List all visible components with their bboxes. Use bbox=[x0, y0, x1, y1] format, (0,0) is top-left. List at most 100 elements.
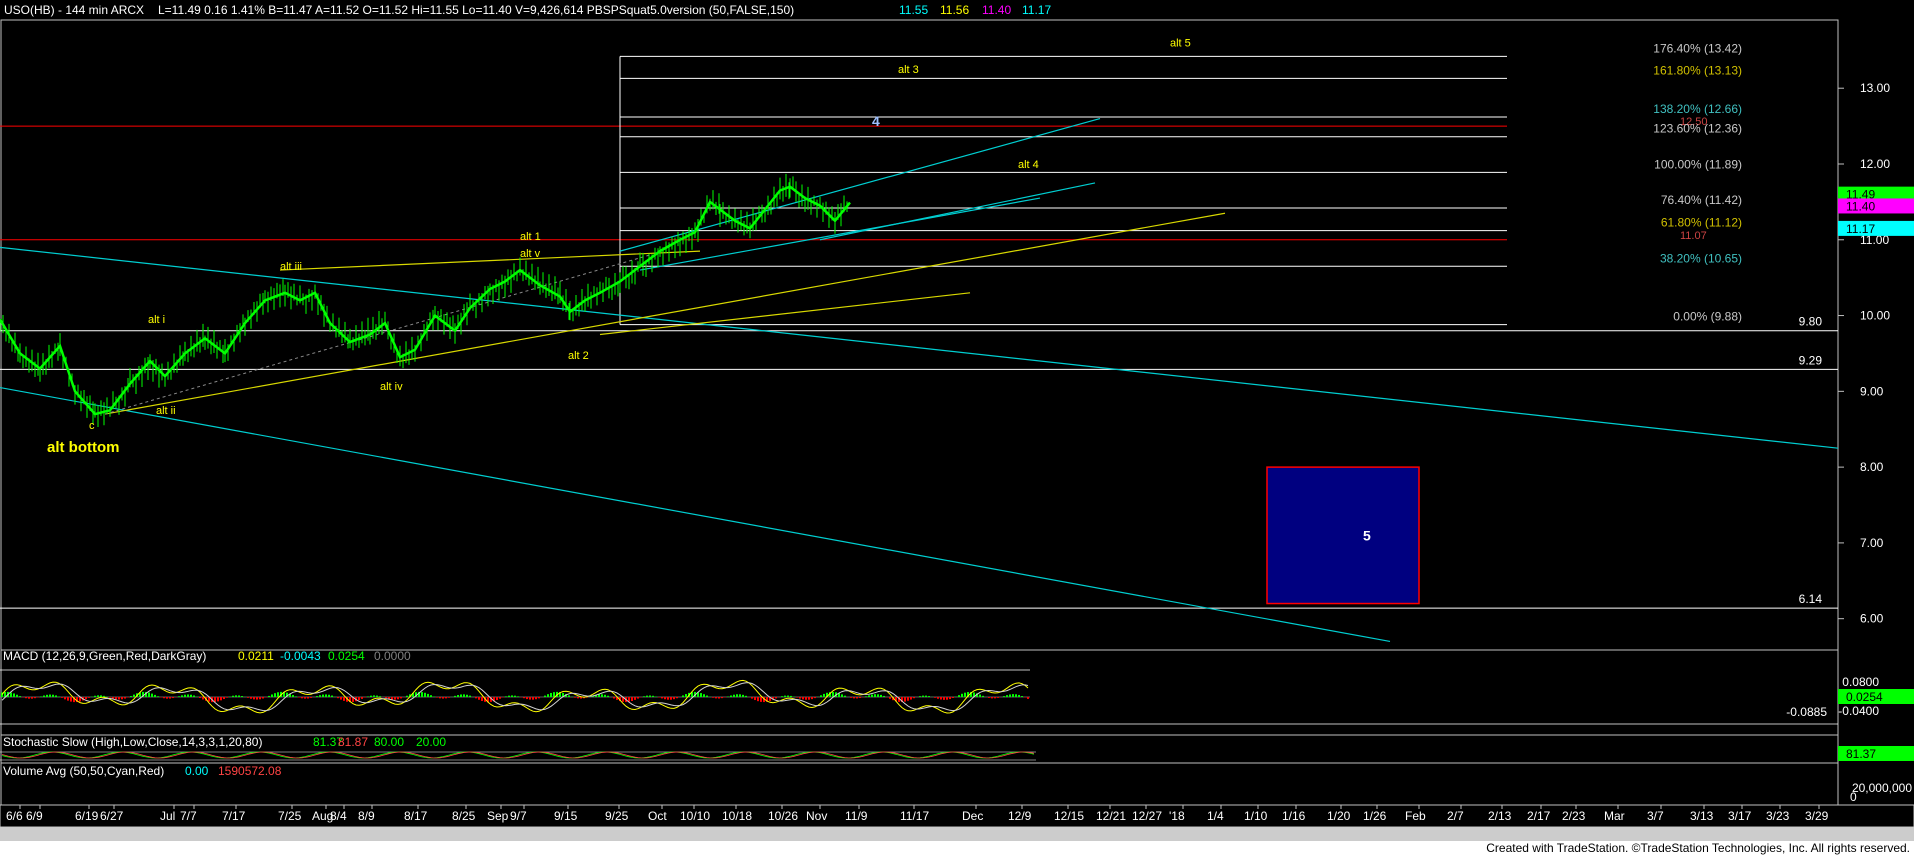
time-tick-24: Dec bbox=[962, 809, 983, 823]
fib-label-6: 61.80% (11.12) bbox=[1661, 216, 1742, 230]
price-tag-label-1: 11.40 bbox=[1846, 199, 1875, 213]
wave-label-8: alt 2 bbox=[568, 350, 589, 362]
resistance-label-1: 11.07 bbox=[1680, 230, 1707, 242]
time-tick-22: 11/9 bbox=[845, 809, 868, 823]
price-tick-3: 10.00 bbox=[1860, 309, 1890, 323]
volume-tick-1: 20,000,000 bbox=[1852, 781, 1912, 795]
chart-stats: L=11.49 0.16 1.41% B=11.47 A=11.52 O=11.… bbox=[158, 3, 794, 17]
time-tick-44: 3/23 bbox=[1766, 809, 1790, 823]
stoch-value-3: 80.00 bbox=[374, 735, 404, 749]
chart-symbol: USO(HB) - 144 min ARCX bbox=[4, 3, 144, 17]
time-tick-29: '18 bbox=[1169, 809, 1185, 823]
time-tick-12: 8/25 bbox=[452, 809, 476, 823]
stoch-value-4: 20.00 bbox=[416, 735, 446, 749]
fib-label-8: 0.00% (9.88) bbox=[1673, 310, 1742, 324]
time-tick-33: 1/20 bbox=[1327, 809, 1351, 823]
volume-value-1: 0.00 bbox=[185, 764, 209, 778]
time-tick-36: 2/7 bbox=[1447, 809, 1464, 823]
time-tick-38: 2/17 bbox=[1527, 809, 1551, 823]
time-tick-18: 10/10 bbox=[680, 809, 710, 823]
fib-label-7: 38.20% (10.65) bbox=[1660, 251, 1742, 265]
level-label-0: 9.80 bbox=[1799, 315, 1823, 329]
macd-tick-1: 0.0800 bbox=[1842, 675, 1879, 689]
time-tick-35: Feb bbox=[1405, 809, 1426, 823]
macd-value-3: 0.0254 bbox=[328, 649, 365, 663]
chart: 12.5011.07176.40% (13.42)161.80% (13.13)… bbox=[0, 0, 1914, 856]
time-tick-5: 7/7 bbox=[180, 809, 197, 823]
indicator-value-2: 11.56 bbox=[940, 3, 969, 17]
level-label-2: 6.14 bbox=[1799, 592, 1823, 606]
wave-label-6: alt v bbox=[520, 248, 541, 260]
price-tick-1: 12.00 bbox=[1860, 157, 1890, 171]
indicator-value-1: 11.55 bbox=[899, 3, 928, 17]
price-tick-4: 9.00 bbox=[1860, 384, 1884, 398]
target-box bbox=[1266, 466, 1420, 605]
price-tag-label-2: 11.17 bbox=[1846, 222, 1875, 236]
time-tick-40: Mar bbox=[1604, 809, 1625, 823]
wave-label-4: alt iii bbox=[280, 261, 302, 273]
price-tick-5: 8.00 bbox=[1860, 460, 1884, 474]
fib-label-5: 76.40% (11.42) bbox=[1661, 193, 1742, 207]
background bbox=[0, 0, 1914, 856]
volume-value-2: 1590572.08 bbox=[218, 764, 282, 778]
wave-label-3: alt 4 bbox=[1018, 159, 1039, 171]
time-tick-30: 1/4 bbox=[1207, 809, 1224, 823]
wave-label-1: alt 3 bbox=[898, 64, 919, 76]
fib-label-3: 123.60% (12.36) bbox=[1653, 122, 1742, 136]
wave-label-0: alt 5 bbox=[1170, 38, 1191, 50]
time-tick-16: 9/25 bbox=[605, 809, 629, 823]
time-tick-14: 9/7 bbox=[510, 809, 527, 823]
wave-label-5: alt 1 bbox=[520, 231, 541, 243]
target-box-label: 5 bbox=[1363, 527, 1371, 543]
time-tick-20: 10/26 bbox=[768, 809, 798, 823]
time-tick-17: Oct bbox=[648, 809, 667, 823]
indicator-value-3: 11.40 bbox=[982, 3, 1011, 17]
time-tick-42: 3/13 bbox=[1690, 809, 1714, 823]
scrollbar bbox=[0, 827, 1914, 841]
time-tick-1: 6/9 bbox=[26, 809, 43, 823]
macd-level-label: -0.0885 bbox=[1786, 705, 1827, 719]
time-tick-10: 8/9 bbox=[358, 809, 375, 823]
volume-tick-2: 0 bbox=[1850, 790, 1857, 804]
footer-credit: Created with TradeStation. ©TradeStation… bbox=[1486, 841, 1910, 855]
time-tick-21: Nov bbox=[806, 809, 827, 823]
stoch-price-tag-label: 81.37 bbox=[1846, 747, 1876, 761]
time-tick-4: Jul bbox=[160, 809, 175, 823]
time-tick-0: 6/6 bbox=[6, 809, 23, 823]
indicator-value-4: 11.17 bbox=[1022, 3, 1051, 17]
stoch-value-2: 81.87 bbox=[338, 735, 368, 749]
time-tick-39: 2/23 bbox=[1562, 809, 1586, 823]
time-tick-27: 12/21 bbox=[1096, 809, 1126, 823]
time-tick-15: 9/15 bbox=[554, 809, 578, 823]
volume-label: Volume Avg (50,50,Cyan,Red) bbox=[3, 764, 164, 778]
time-tick-13: Sep bbox=[487, 809, 509, 823]
fib-label-2: 138.20% (12.66) bbox=[1653, 102, 1742, 116]
time-tick-41: 3/7 bbox=[1647, 809, 1664, 823]
time-tick-31: 1/10 bbox=[1244, 809, 1268, 823]
macd-tick-2: -0.0400 bbox=[1838, 704, 1879, 718]
wave-label-11: c bbox=[89, 420, 95, 432]
wave-label-2: 4 bbox=[872, 113, 880, 129]
wave-label-10: alt ii bbox=[156, 405, 176, 417]
time-tick-23: 11/17 bbox=[900, 809, 929, 823]
fib-label-1: 161.80% (13.13) bbox=[1653, 63, 1742, 77]
time-tick-2: 6/19 bbox=[75, 809, 99, 823]
time-tick-9: 8/4 bbox=[330, 809, 347, 823]
time-tick-28: 12/27 bbox=[1132, 809, 1162, 823]
time-tick-34: 1/26 bbox=[1363, 809, 1387, 823]
stoch-label: Stochastic Slow (High,Low,Close,14,3,3,1… bbox=[3, 735, 262, 749]
wave-label-7: alt i bbox=[148, 314, 165, 326]
price-tick-7: 6.00 bbox=[1860, 612, 1884, 626]
price-tick-0: 13.00 bbox=[1860, 81, 1890, 95]
level-label-1: 9.29 bbox=[1799, 353, 1823, 367]
macd-label: MACD (12,26,9,Green,Red,DarkGray) bbox=[3, 649, 206, 663]
time-tick-7: 7/25 bbox=[278, 809, 302, 823]
fib-label-0: 176.40% (13.42) bbox=[1653, 41, 1742, 55]
time-tick-32: 1/16 bbox=[1282, 809, 1306, 823]
time-tick-6: 7/17 bbox=[222, 809, 246, 823]
time-tick-11: 8/17 bbox=[404, 809, 428, 823]
price-tick-6: 7.00 bbox=[1860, 536, 1884, 550]
time-tick-43: 3/17 bbox=[1728, 809, 1752, 823]
time-tick-19: 10/18 bbox=[722, 809, 752, 823]
macd-value-2: -0.0043 bbox=[280, 649, 321, 663]
